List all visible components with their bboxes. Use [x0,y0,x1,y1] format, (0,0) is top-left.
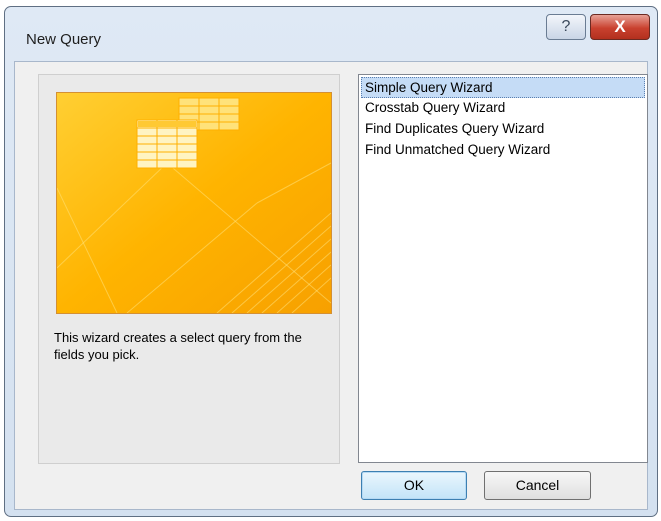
dialog-body: This wizard creates a select query from … [14,61,648,510]
list-item-crosstab-query-wizard[interactable]: Crosstab Query Wizard [361,98,645,119]
list-item-find-unmatched-query-wizard[interactable]: Find Unmatched Query Wizard [361,140,645,161]
wizard-list[interactable]: Simple Query Wizard Crosstab Query Wizar… [358,74,648,463]
query-wizard-illustration [57,93,331,313]
wizard-preview-image [56,92,332,314]
close-icon: X [614,17,626,36]
list-item-simple-query-wizard[interactable]: Simple Query Wizard [361,77,645,98]
help-button[interactable]: ? [546,14,586,40]
close-button[interactable]: X [590,14,650,40]
new-query-dialog: New Query ? X This wizard creates a sele… [4,6,658,517]
list-item-find-duplicates-query-wizard[interactable]: Find Duplicates Query Wizard [361,119,645,140]
title-bar[interactable]: New Query ? X [5,7,657,62]
window-title: New Query [26,31,102,48]
help-icon: ? [561,18,571,35]
preview-panel: This wizard creates a select query from … [38,74,340,464]
wizard-description: This wizard creates a select query from … [54,330,302,362]
ok-button[interactable]: OK [361,471,467,500]
cancel-button[interactable]: Cancel [484,471,591,500]
